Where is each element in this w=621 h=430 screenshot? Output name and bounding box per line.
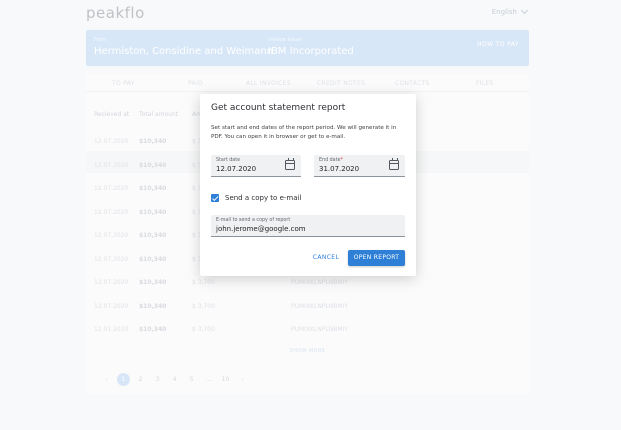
- send-copy-label[interactable]: Send a copy to e-mail: [225, 194, 301, 202]
- dialog-description: Set start and end dates of the report pe…: [211, 125, 397, 140]
- end-date-label: End date*: [319, 158, 343, 163]
- cancel-button[interactable]: CANCEL: [308, 252, 344, 264]
- calendar-icon[interactable]: [389, 158, 399, 170]
- start-date-label: Start date: [216, 158, 241, 163]
- open-report-button[interactable]: OPEN REPORT: [348, 250, 405, 266]
- email-label: E-mail to send a copy of report: [216, 218, 291, 223]
- start-date-value: 12.07.2020: [216, 165, 257, 173]
- end-date-field[interactable]: End date* 31.07.2020: [314, 155, 405, 177]
- end-date-value: 31.07.2020: [319, 165, 360, 173]
- dialog-title: Get account statement report: [211, 103, 346, 113]
- email-field[interactable]: E-mail to send a copy of report john.jer…: [211, 215, 405, 237]
- statement-report-dialog: Get account statement report Set start a…: [200, 94, 416, 276]
- required-asterisk: *: [340, 158, 343, 163]
- send-copy-checkbox[interactable]: [211, 194, 219, 202]
- calendar-icon[interactable]: [285, 158, 295, 170]
- email-value: john.jerome@google.com: [216, 225, 306, 233]
- start-date-field[interactable]: Start date 12.07.2020: [211, 155, 301, 177]
